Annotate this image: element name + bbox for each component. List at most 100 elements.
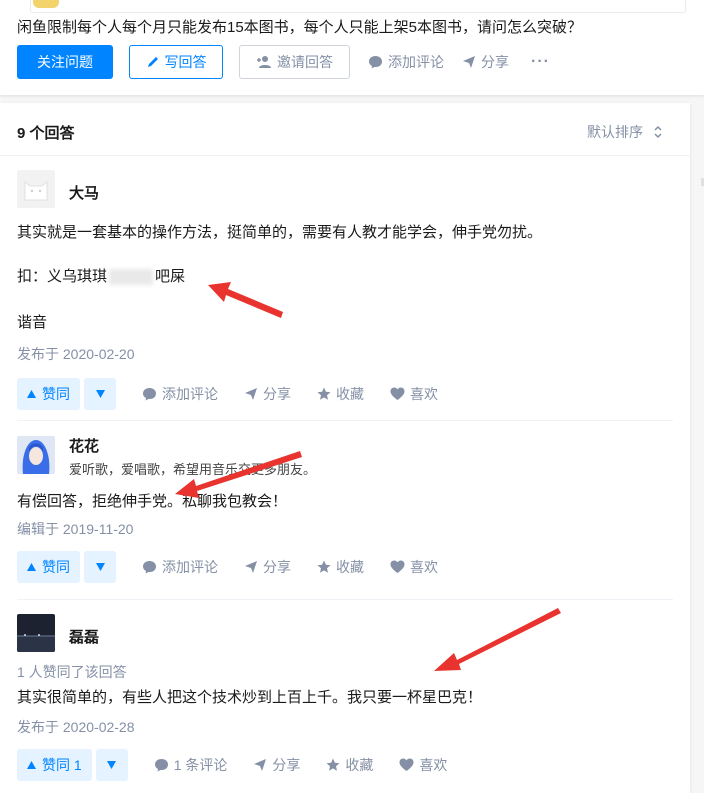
collect-button[interactable]: 收藏	[317, 557, 364, 577]
star-icon	[317, 560, 331, 573]
comment-icon	[154, 759, 168, 772]
collect-button[interactable]: 收藏	[317, 384, 364, 404]
downvote-button[interactable]	[84, 378, 116, 410]
question-actions: 关注问题 写回答 邀请回答 添加评论 分享 ···	[17, 45, 550, 79]
comment-label: 添加评论	[162, 559, 218, 575]
downvote-button[interactable]	[84, 551, 116, 583]
pencil-icon	[147, 57, 158, 67]
like-label: 喜欢	[410, 386, 438, 402]
add-user-icon	[257, 56, 271, 68]
answer-item: 大马 其实就是一套基本的操作方法，挺简单的，需要有人教才能学会，伸手党勿扰。 扣…	[17, 170, 673, 410]
answer-date[interactable]: 编辑于 2019-11-20	[17, 519, 673, 539]
answer-actions: 赞同 1 1 条评论 分享 收藏 喜欢	[17, 749, 673, 781]
comment-icon	[143, 561, 156, 574]
author-name[interactable]: 花花	[69, 435, 316, 456]
collect-label: 收藏	[345, 757, 374, 773]
upvote-label: 赞同	[42, 386, 70, 402]
write-answer-label: 写回答	[164, 54, 207, 70]
share-label: 分享	[272, 757, 301, 773]
avatar[interactable]	[17, 614, 55, 652]
share-button[interactable]: 分享	[244, 557, 291, 577]
follow-question-button[interactable]: 关注问题	[17, 45, 113, 79]
answer-paragraph: 谐音	[17, 314, 48, 331]
contact-text-end: 吧屎	[155, 268, 186, 285]
collect-button[interactable]: 收藏	[326, 755, 373, 775]
upvote-button[interactable]: 赞同	[17, 551, 80, 583]
share-label: 分享	[263, 386, 291, 402]
answer-author: 大马	[17, 170, 673, 208]
redacted-text	[109, 269, 154, 286]
comment-icon	[143, 388, 156, 401]
topic-strip	[30, 0, 686, 13]
author-name[interactable]: 磊磊	[69, 626, 99, 647]
share-icon	[245, 388, 257, 400]
author-name[interactable]: 大马	[69, 182, 99, 203]
sort-chevron-icon	[654, 125, 662, 139]
question-card: 闲鱼限制每个人每个月只能发布15本图书，每个人只能上架5本图书，请问怎么突破？ …	[0, 0, 704, 95]
heart-icon	[390, 387, 405, 400]
author-bio: 爱听歌，爱唱歌，希望用音乐交更多朋友。	[69, 462, 317, 477]
share-label: 分享	[263, 559, 291, 575]
answer-actions: 赞同 添加评论 分享 收藏 喜欢	[17, 551, 673, 583]
like-button[interactable]: 喜欢	[390, 384, 438, 404]
answer-count: 9 个回答	[17, 125, 75, 142]
collect-label: 收藏	[336, 386, 364, 402]
write-answer-button[interactable]: 写回答	[129, 45, 223, 79]
comment-button[interactable]: 1 条评论	[154, 755, 227, 775]
answer-date[interactable]: 发布于 2020-02-20	[17, 344, 673, 364]
avatar[interactable]	[17, 170, 55, 208]
answer-paragraph: 有偿回答，拒绝伸手党。私聊我包教会！	[17, 493, 288, 510]
invite-answer-button[interactable]: 邀请回答	[239, 45, 350, 79]
share-button[interactable]: 分享	[244, 384, 291, 404]
answer-item: 花花 爱听歌，爱唱歌，希望用音乐交更多朋友。 有偿回答，拒绝伸手党。私聊我包教会…	[17, 436, 673, 583]
answer-paragraph: 其实很简单的，有些人把这个技术炒到上百上千。我只要一杯星巴克！	[17, 689, 483, 706]
more-button[interactable]: ···	[531, 53, 550, 71]
upvote-button[interactable]: 赞同 1	[17, 749, 92, 781]
share-icon	[245, 561, 257, 573]
triangle-up-icon	[27, 563, 36, 571]
heart-icon	[390, 560, 405, 573]
share-icon	[254, 759, 267, 771]
question-title: 闲鱼限制每个人每个月只能发布15本图书，每个人只能上架5本图书，请问怎么突破？	[17, 19, 583, 36]
upvote-label: 赞同 1	[42, 757, 82, 773]
share-icon	[463, 56, 475, 68]
triangle-down-icon	[107, 761, 117, 769]
like-button[interactable]: 喜欢	[399, 755, 447, 775]
like-label: 喜欢	[410, 559, 438, 575]
answer-item: 磊磊 1 人赞同了该回答 其实很简单的，有些人把这个技术炒到上百上千。我只要一杯…	[17, 614, 673, 781]
sort-label: 默认排序	[587, 124, 643, 140]
answer-divider	[17, 420, 673, 421]
share-button[interactable]: 分享	[253, 755, 300, 775]
comment-icon	[369, 56, 382, 69]
triangle-up-icon	[27, 761, 36, 769]
share-label: 分享	[481, 54, 509, 70]
invite-answer-label: 邀请回答	[277, 54, 333, 70]
triangle-up-icon	[27, 390, 36, 398]
upvote-summary: 1 人赞同了该回答	[17, 664, 127, 680]
answer-list: 9 个回答 默认排序 大马 其实就是一套基本的操作方法，挺简单的，需要有人教才能…	[0, 103, 704, 793]
star-icon	[326, 758, 340, 771]
contact-text: 扣：义乌琪琪	[17, 268, 108, 285]
add-comment-button[interactable]: 添加评论	[368, 52, 444, 72]
triangle-down-icon	[95, 390, 105, 398]
star-icon	[317, 387, 331, 400]
comment-label: 添加评论	[162, 386, 218, 402]
upvote-label: 赞同	[42, 559, 70, 575]
answer-divider	[17, 599, 673, 600]
comment-button[interactable]: 添加评论	[142, 557, 218, 577]
triangle-down-icon	[95, 563, 105, 571]
sort-dropdown[interactable]: 默认排序	[587, 122, 663, 142]
author-info: 花花 爱听歌，爱唱歌，希望用音乐交更多朋友。	[55, 436, 316, 478]
downvote-button[interactable]	[95, 749, 128, 781]
comment-button[interactable]: 添加评论	[142, 384, 218, 404]
like-label: 喜欢	[419, 757, 448, 773]
upvote-button[interactable]: 赞同	[17, 378, 80, 410]
answer-actions: 赞同 添加评论 分享 收藏 喜欢	[17, 378, 673, 410]
avatar[interactable]	[17, 436, 55, 474]
answer-date[interactable]: 发布于 2020-02-28	[17, 717, 673, 737]
like-button[interactable]: 喜欢	[390, 557, 438, 577]
collect-label: 收藏	[336, 559, 364, 575]
answer-paragraph: 扣：义乌琪琪 吧屎	[17, 266, 673, 288]
answer-list-header: 9 个回答 默认排序	[0, 103, 690, 156]
share-button[interactable]: 分享	[462, 52, 509, 72]
